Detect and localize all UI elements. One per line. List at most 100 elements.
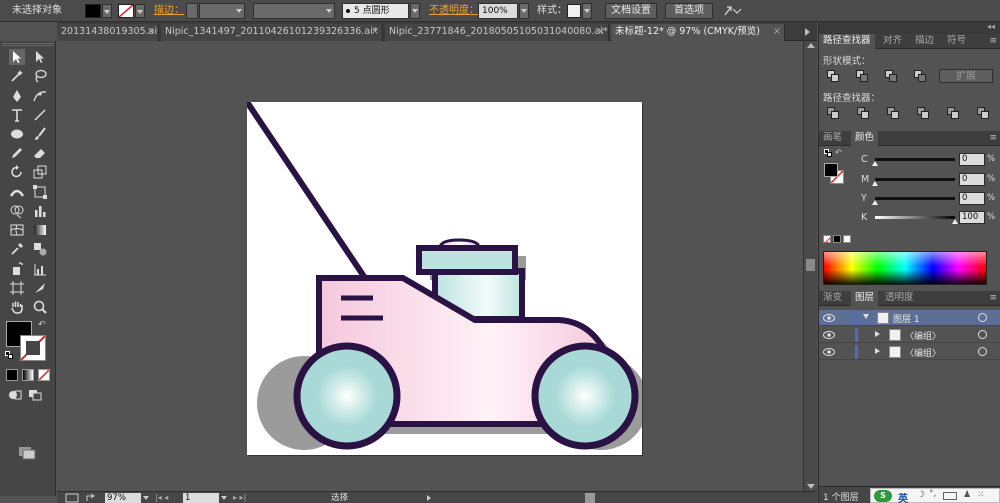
draw-mode-icon[interactable] (8, 389, 22, 401)
arrange-icon[interactable] (722, 3, 744, 19)
user-icon[interactable]: ♟ (963, 490, 971, 500)
status-menu-icon[interactable] (427, 493, 435, 503)
ime-toolbar[interactable]: S 英 ☽ °, ♟ ⁙ (870, 488, 1000, 503)
layer-name[interactable]: 〈编组〉 (905, 346, 941, 359)
fill-swatch[interactable] (85, 4, 101, 18)
white-color-icon[interactable] (843, 235, 851, 243)
keyboard-icon[interactable] (943, 492, 957, 500)
first-artboard-icon[interactable]: |◂ ◂ (155, 493, 179, 503)
share-icon[interactable] (85, 493, 99, 503)
fill-dropdown[interactable] (102, 4, 112, 18)
scroll-down-icon[interactable] (807, 484, 815, 489)
expand-down-icon[interactable] (863, 314, 869, 319)
tab-doc-2[interactable]: Nipic_1341497_20110426101239326336.ai* × (161, 24, 383, 41)
style-dropdown[interactable] (582, 3, 592, 19)
artboard-dropdown-icon[interactable] (220, 493, 228, 503)
free-transform-icon[interactable] (32, 184, 48, 200)
artboard-number-field[interactable]: 1 (183, 493, 219, 503)
vertical-scrollbar[interactable] (803, 41, 817, 491)
zoom-dropdown-icon[interactable] (142, 493, 150, 503)
pencil-icon[interactable] (9, 145, 25, 161)
color-fill-box[interactable] (824, 163, 838, 177)
channel-value[interactable]: 100 (959, 211, 985, 224)
tab-gradient[interactable]: 渐变 (819, 291, 846, 306)
stroke-color-box[interactable] (20, 335, 46, 361)
grid-icon[interactable]: ⁙ (977, 490, 985, 500)
minus-back-icon[interactable] (977, 107, 989, 119)
trim-icon[interactable] (857, 107, 869, 119)
tab-color[interactable]: 颜色 (851, 131, 879, 146)
expand-right-icon[interactable] (875, 331, 880, 337)
target-circle-icon[interactable] (978, 347, 987, 356)
default-colors-icon[interactable] (824, 149, 832, 157)
scroll-thumb[interactable] (806, 259, 815, 271)
variable-width-dropdown[interactable] (253, 3, 335, 19)
crop-icon[interactable] (917, 107, 929, 119)
last-artboard-icon[interactable]: ▸ ▸| (233, 493, 257, 503)
target-circle-icon[interactable] (978, 313, 987, 322)
ellipse-tool-icon[interactable] (9, 126, 25, 142)
minus-front-icon[interactable] (856, 70, 868, 82)
horizontal-scroll-thumb[interactable] (585, 493, 595, 503)
close-icon[interactable]: × (773, 24, 781, 40)
line-tool-icon[interactable] (32, 107, 48, 123)
close-icon[interactable]: × (147, 24, 155, 40)
swap-colors-icon[interactable]: ↶ (835, 148, 842, 157)
tabs-overflow-icon[interactable] (805, 28, 810, 36)
none-mode-icon[interactable] (38, 369, 50, 381)
tools-grip[interactable] (2, 43, 54, 46)
zoom-tool-icon[interactable] (32, 299, 48, 315)
hand-tool-icon[interactable] (9, 299, 25, 315)
pen-tool-icon[interactable] (9, 88, 25, 104)
layer-row-top[interactable]: 图层 1 (819, 310, 1000, 326)
visibility-eye-icon[interactable] (823, 347, 835, 357)
mesh-tool-icon[interactable] (9, 222, 25, 238)
black-color-icon[interactable] (833, 235, 841, 243)
curvature-tool-icon[interactable] (32, 88, 48, 104)
rotate-tool-icon[interactable] (9, 164, 25, 180)
visibility-eye-icon[interactable] (823, 313, 835, 323)
slice-tool-icon[interactable] (32, 280, 48, 296)
opacity-dropdown[interactable] (519, 3, 529, 19)
eyedropper-icon[interactable] (9, 241, 25, 257)
symbol-sprayer-icon[interactable] (9, 261, 25, 277)
lasso-icon[interactable] (32, 68, 48, 84)
panel-menu-icon[interactable]: ≡ (989, 133, 997, 143)
channel-value[interactable]: 0 (959, 192, 985, 205)
channel-slider[interactable] (875, 197, 955, 200)
magic-wand-icon[interactable] (9, 68, 25, 84)
brush-dropdown[interactable]: 5 点圆形 (342, 3, 409, 19)
screen-mode-icon[interactable] (18, 446, 36, 460)
moon-icon[interactable]: ☽ (917, 490, 925, 500)
preferences-button[interactable]: 首选项 (665, 3, 713, 19)
color-spectrum[interactable] (823, 251, 987, 285)
intersect-icon[interactable] (885, 70, 897, 82)
gradient-mode-icon[interactable] (22, 369, 34, 381)
column-graph-icon[interactable] (32, 261, 48, 277)
tab-transparency[interactable]: 透明度 (881, 291, 918, 306)
lawn-mower-illustration[interactable] (247, 102, 642, 455)
selection-tool-icon[interactable] (9, 49, 25, 65)
style-swatch[interactable] (567, 4, 581, 18)
merge-icon[interactable] (887, 107, 899, 119)
artboard-nav-icon[interactable] (65, 493, 79, 503)
draw-behind-icon[interactable] (28, 389, 42, 401)
tab-doc-3[interactable]: Nipic_23771846_20180505105031040080.ai* × (385, 24, 609, 41)
slider-knob[interactable] (872, 161, 878, 166)
panel-menu-icon[interactable]: ≡ (989, 36, 997, 46)
document-setup-button[interactable]: 文档设置 (605, 3, 657, 19)
type-tool-icon[interactable] (9, 107, 25, 123)
stroke-weight-stepper[interactable] (186, 3, 198, 19)
unite-icon[interactable] (827, 70, 839, 82)
tab-stroke[interactable]: 描边 (911, 34, 938, 49)
stroke-label[interactable]: 描边： (154, 3, 184, 19)
color-mode-icon[interactable] (6, 369, 18, 381)
zoom-field[interactable]: 97% (105, 493, 141, 503)
channel-slider[interactable] (875, 178, 955, 181)
tab-layers[interactable]: 图层 (851, 291, 879, 306)
tab-doc-1[interactable]: 20131438019305.ai* × (57, 24, 159, 41)
eraser-icon[interactable] (32, 145, 48, 161)
stroke-weight-field[interactable] (199, 3, 245, 19)
scroll-up-icon[interactable] (807, 43, 815, 48)
exclude-icon[interactable] (914, 70, 926, 82)
